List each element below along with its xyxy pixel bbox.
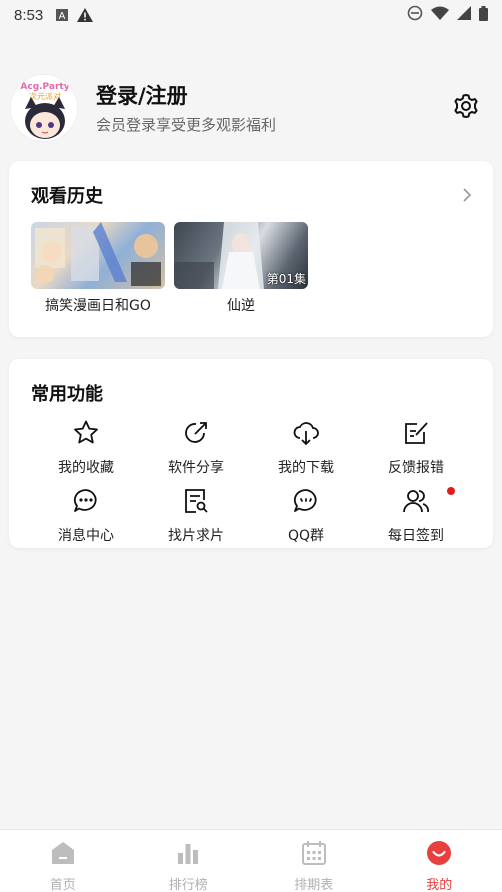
share-app-button[interactable]: 软件分享 bbox=[141, 419, 251, 477]
daily-checkin-button[interactable]: 每日签到 bbox=[361, 487, 471, 545]
common-functions-card: 常用功能 我的收藏 软件分享 我的下载 反馈报错 消息中心 找片求片 QQ群 每… bbox=[9, 359, 493, 548]
history-thumbnail bbox=[31, 222, 165, 289]
avatar-logo-image: Acg.Party 次元派对 bbox=[11, 75, 77, 141]
episode-badge: 第01集 bbox=[266, 272, 306, 286]
history-thumbnail: 第01集 bbox=[174, 222, 308, 289]
group-chat-icon bbox=[292, 487, 320, 519]
bottom-navigation: 首页 排行榜 排期表 我的 bbox=[0, 829, 502, 892]
battery-icon bbox=[479, 5, 488, 25]
tool-label: 我的收藏 bbox=[58, 460, 114, 476]
tool-label: 软件分享 bbox=[168, 460, 224, 476]
login-register-link[interactable]: 登录/注册 bbox=[96, 80, 188, 110]
history-caption: 搞笑漫画日和GO bbox=[45, 298, 151, 314]
nav-label: 我的 bbox=[426, 878, 453, 892]
search-doc-icon bbox=[182, 487, 210, 519]
history-caption: 仙逆 bbox=[227, 298, 255, 314]
svg-text:A: A bbox=[59, 11, 66, 22]
cloud-download-icon bbox=[292, 419, 320, 451]
tool-label: 每日签到 bbox=[388, 528, 444, 544]
users-icon bbox=[402, 487, 430, 519]
nav-label: 排期表 bbox=[294, 878, 334, 892]
tool-label: 消息中心 bbox=[58, 528, 114, 544]
svg-text:Acg.Party: Acg.Party bbox=[20, 82, 69, 92]
feedback-edit-icon bbox=[402, 419, 430, 451]
qq-group-button[interactable]: QQ群 bbox=[251, 487, 361, 545]
tool-label: 找片求片 bbox=[168, 528, 224, 544]
history-item[interactable]: 搞笑漫画日和GO bbox=[31, 222, 165, 315]
favorites-button[interactable]: 我的收藏 bbox=[31, 419, 141, 477]
notification-dot bbox=[447, 487, 455, 495]
svg-text:次元派对: 次元派对 bbox=[29, 91, 61, 101]
calendar-icon bbox=[301, 840, 327, 870]
nav-ranking[interactable]: 排行榜 bbox=[126, 830, 252, 892]
watch-history-title: 观看历史 bbox=[31, 186, 103, 207]
tool-label: 我的下载 bbox=[278, 460, 334, 476]
tools-grid: 我的收藏 软件分享 我的下载 反馈报错 消息中心 找片求片 QQ群 每日签到 bbox=[31, 419, 471, 545]
chevron-right-icon[interactable] bbox=[461, 187, 473, 202]
warning-icon bbox=[77, 8, 94, 22]
login-subtitle: 会员登录享受更多观影福利 bbox=[96, 116, 277, 134]
common-functions-title: 常用功能 bbox=[31, 384, 103, 405]
request-movie-button[interactable]: 找片求片 bbox=[141, 487, 251, 545]
profile-smile-icon bbox=[426, 840, 452, 870]
wifi-icon bbox=[431, 6, 449, 24]
star-icon bbox=[72, 419, 100, 451]
ranking-icon bbox=[175, 840, 201, 870]
status-bar: 8:53 A bbox=[0, 0, 502, 30]
dnd-icon bbox=[407, 5, 423, 25]
status-time: 8:53 bbox=[14, 6, 44, 24]
signal-icon bbox=[457, 6, 471, 24]
nav-label: 首页 bbox=[49, 878, 76, 892]
nav-label: 排行榜 bbox=[168, 878, 208, 892]
nav-home[interactable]: 首页 bbox=[0, 830, 126, 892]
avatar[interactable]: Acg.Party 次元派对 bbox=[10, 74, 78, 142]
tool-label: 反馈报错 bbox=[388, 460, 444, 476]
home-icon bbox=[50, 840, 76, 870]
tool-label: QQ群 bbox=[287, 528, 325, 544]
nav-mine[interactable]: 我的 bbox=[377, 830, 502, 892]
settings-gear-icon[interactable] bbox=[452, 92, 480, 120]
message-center-button[interactable]: 消息中心 bbox=[31, 487, 141, 545]
downloads-button[interactable]: 我的下载 bbox=[251, 419, 361, 477]
watch-history-card: 观看历史 搞笑漫画日和GO 第01集 仙逆 bbox=[9, 161, 493, 337]
share-icon bbox=[182, 419, 210, 451]
notification-a-icon: A bbox=[55, 8, 69, 22]
profile-header: Acg.Party 次元派对 登录/注册 会员登录享受更多观影福利 bbox=[10, 74, 492, 142]
history-item[interactable]: 第01集 仙逆 bbox=[174, 222, 308, 315]
feedback-button[interactable]: 反馈报错 bbox=[361, 419, 471, 477]
nav-schedule[interactable]: 排期表 bbox=[251, 830, 377, 892]
chat-bubble-icon bbox=[72, 487, 100, 519]
